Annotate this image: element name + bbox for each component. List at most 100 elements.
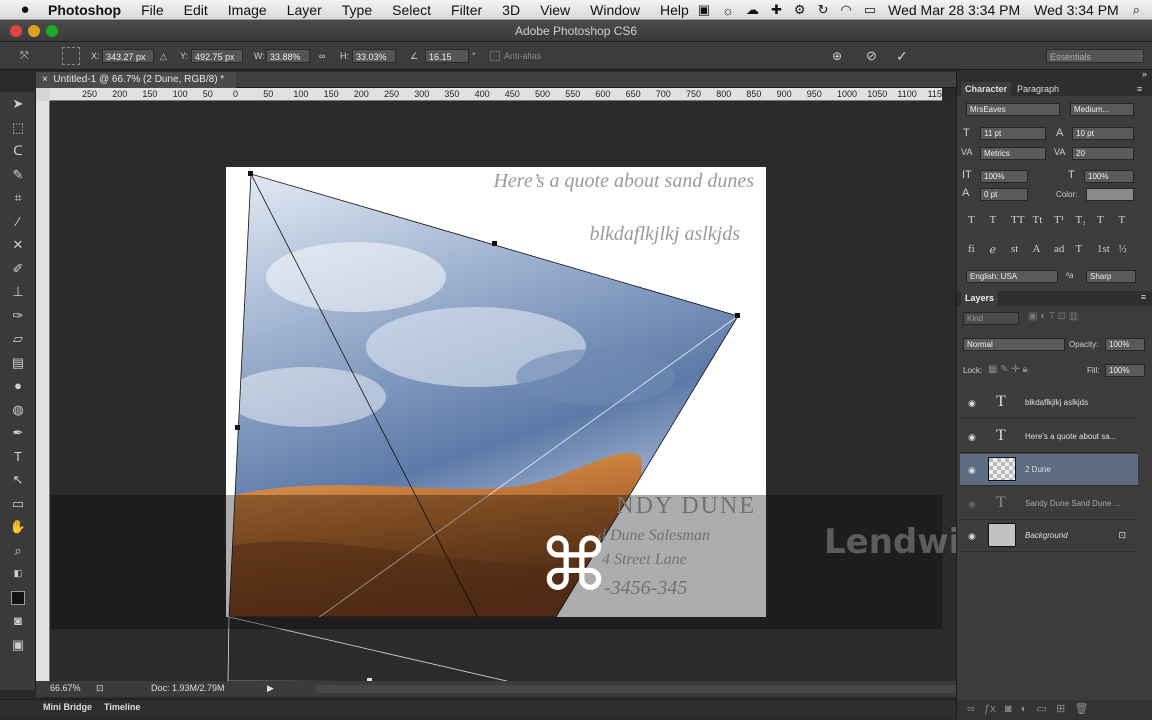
move-tool-icon[interactable]: ➤ — [0, 92, 36, 116]
antialias-select[interactable]: Sharp — [1086, 270, 1136, 283]
language-select[interactable]: English: USA — [966, 270, 1058, 283]
screen-mode-icon[interactable]: ▣ — [0, 633, 36, 657]
leading-field[interactable]: 10 pt — [1072, 127, 1134, 140]
lock-icons[interactable]: ▦ ✎ ✛ 🔒︎ — [988, 364, 1028, 375]
zoom-tool-icon[interactable]: ⌕ — [0, 539, 36, 563]
tab-mini-bridge[interactable]: Mini Bridge — [43, 702, 92, 712]
opentype-button[interactable]: ad — [1054, 243, 1064, 255]
battery-icon[interactable]: ▭ — [864, 2, 876, 18]
brightness-icon[interactable]: ☼ — [722, 3, 734, 18]
color-swatch[interactable] — [1086, 188, 1134, 201]
color-swatches-icon[interactable] — [0, 586, 36, 610]
shape-tool-icon[interactable]: ▭ — [0, 492, 36, 516]
default-colors-icon[interactable]: ◧ — [0, 562, 36, 586]
font-family-select[interactable]: MrsEaves — [966, 103, 1060, 116]
menu-filter[interactable]: Filter — [451, 2, 482, 18]
menu-select[interactable]: Select — [392, 2, 431, 18]
text-style-button[interactable]: T₁ — [1076, 214, 1087, 226]
visibility-eye-icon[interactable]: ◉ — [968, 398, 976, 409]
dock-collapse-icon[interactable]: » — [1142, 69, 1147, 79]
vertical-scale-field[interactable]: 100% — [980, 170, 1028, 183]
opentype-button[interactable]: ½ — [1119, 243, 1127, 255]
adjustment-layer-icon[interactable]: ◐ — [1021, 703, 1028, 715]
lasso-tool-icon[interactable]: ᑕ — [0, 139, 36, 163]
fill-field[interactable]: 100% — [1105, 364, 1145, 377]
dodge-tool-icon[interactable]: ◍ — [0, 398, 36, 422]
delete-layer-icon[interactable]: 🗑︎ — [1074, 703, 1088, 715]
quick-mask-icon[interactable]: ◙ — [0, 609, 36, 633]
pen-tool-icon[interactable]: ✒ — [0, 421, 36, 445]
crop-tool-icon[interactable]: ⌗ — [0, 186, 36, 210]
apple-icon[interactable]: ● — [16, 1, 34, 18]
tracking-field[interactable]: 20 — [1072, 147, 1134, 160]
marquee-tool-icon[interactable]: ⬚ — [0, 116, 36, 140]
font-style-select[interactable]: Medium... — [1070, 103, 1134, 116]
search-icon[interactable]: ⌕ — [1133, 2, 1140, 18]
gradient-tool-icon[interactable]: ▤ — [0, 351, 36, 375]
text-style-button[interactable]: T — [968, 214, 975, 226]
layer-filter-kind[interactable]: Kind — [963, 312, 1019, 325]
font-size-field[interactable]: 11 pt — [980, 127, 1046, 140]
menu-type[interactable]: Type — [342, 2, 372, 18]
transform-tool-icon[interactable]: ⤧ — [20, 49, 29, 63]
menubar-clock[interactable]: Wed 3:34 PM — [1034, 2, 1119, 18]
tab-layers[interactable]: Layers — [961, 291, 999, 306]
gear-icon[interactable]: ⚙ — [794, 2, 806, 18]
text-style-button[interactable]: TT — [1011, 214, 1024, 226]
visibility-eye-icon[interactable]: ◉ — [968, 465, 976, 476]
eraser-tool-icon[interactable]: ▱ — [0, 327, 36, 351]
menu-file[interactable]: File — [141, 2, 164, 18]
text-style-button[interactable]: T — [1119, 214, 1126, 226]
eyedropper-tool-icon[interactable]: ⁄ — [0, 210, 36, 234]
zoom-window-button[interactable] — [46, 25, 58, 37]
wifi-icon[interactable]: ◠ — [840, 2, 851, 18]
menu-3d[interactable]: 3D — [502, 2, 520, 18]
history-brush-tool-icon[interactable]: ✑ — [0, 304, 36, 328]
close-window-button[interactable] — [10, 25, 22, 37]
link-layers-icon[interactable]: ∞ — [967, 703, 975, 715]
layer-row[interactable]: ◉ T Here's a quote about sa... — [960, 421, 1138, 453]
tab-paragraph[interactable]: Paragraph — [1017, 84, 1059, 94]
menubar-clock-date[interactable]: Wed Mar 28 3:34 PM — [888, 2, 1020, 18]
text-style-button[interactable]: T — [1097, 214, 1104, 226]
tab-timeline[interactable]: Timeline — [104, 702, 140, 712]
opentype-button[interactable]: 1st — [1097, 243, 1110, 255]
character-panel-menu-icon[interactable]: ≡ — [1137, 84, 1142, 94]
quick-select-tool-icon[interactable]: ✎ — [0, 163, 36, 187]
visibility-eye-icon[interactable]: ◉ — [968, 499, 976, 510]
display-icon[interactable]: ▣ — [698, 2, 710, 18]
x-field[interactable]: 343.27 px — [102, 49, 154, 63]
add-mask-icon[interactable]: ◙ — [1005, 703, 1012, 715]
layer-style-icon[interactable]: ƒx — [984, 703, 996, 715]
status-icon[interactable]: ⊡ — [96, 683, 104, 694]
blur-tool-icon[interactable]: ● — [0, 374, 36, 398]
menu-app[interactable]: Photoshop — [48, 2, 121, 18]
visibility-eye-icon[interactable]: ◉ — [968, 531, 976, 542]
opentype-button[interactable]: T — [1076, 243, 1083, 255]
text-style-button[interactable]: Tt — [1033, 214, 1043, 226]
visibility-eye-icon[interactable]: ◉ — [968, 432, 976, 443]
tab-character[interactable]: Character — [961, 82, 1012, 96]
text-style-button[interactable]: T¹ — [1054, 214, 1064, 226]
horizontal-scale-field[interactable]: 100% — [1084, 170, 1134, 183]
w-field[interactable]: 33.88% — [266, 49, 310, 63]
menu-view[interactable]: View — [540, 2, 570, 18]
new-group-icon[interactable]: ▭ — [1036, 703, 1046, 715]
opentype-button[interactable]: fi — [968, 243, 975, 255]
hand-tool-icon[interactable]: ✋ — [0, 515, 36, 539]
menu-help[interactable]: Help — [660, 2, 689, 18]
layer-row-selected[interactable]: ◉ 2 Dune — [960, 454, 1138, 486]
healing-tool-icon[interactable]: ✕ — [0, 233, 36, 257]
new-layer-icon[interactable]: ⊞ — [1056, 703, 1065, 715]
minimize-window-button[interactable] — [28, 25, 40, 37]
sync-icon[interactable]: ↻ — [818, 2, 829, 18]
opentype-button[interactable]: ℯ — [990, 243, 997, 256]
stamp-tool-icon[interactable]: ⊥ — [0, 280, 36, 304]
canvas-area[interactable]: Here’s a quote about sand dunes blkdaflk… — [50, 101, 942, 681]
cancel-transform-icon[interactable]: ⊘ — [866, 49, 877, 63]
opacity-field[interactable]: 100% — [1105, 338, 1145, 351]
filter-icons[interactable]: ▣ ◐ T ⊡ ▥ — [1028, 311, 1078, 322]
type-tool-icon[interactable]: T — [0, 445, 36, 469]
plus-icon[interactable]: ✚ — [771, 2, 782, 18]
angle-field[interactable]: 16.15 — [425, 49, 469, 63]
